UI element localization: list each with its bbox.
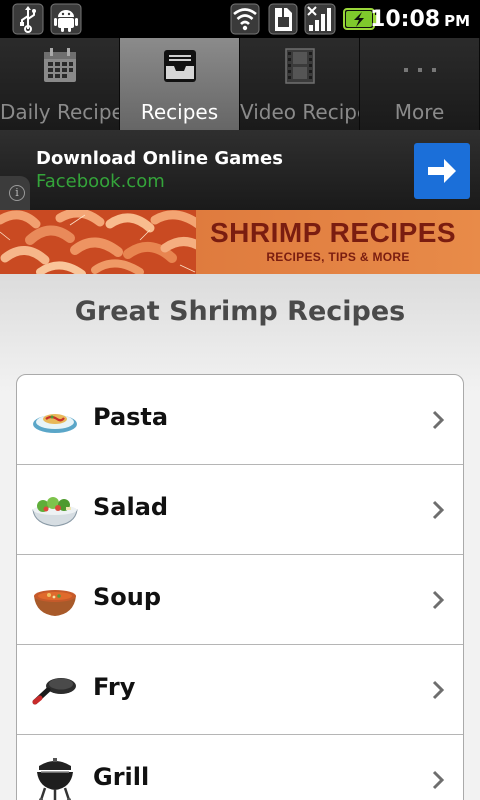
status-bar: 10:08 PM xyxy=(0,0,480,38)
chevron-right-icon xyxy=(432,680,445,700)
tab-label: Recipes xyxy=(140,100,219,124)
info-icon: i xyxy=(9,185,25,201)
ad-open-button[interactable] xyxy=(414,143,470,199)
pasta-plate-icon xyxy=(33,414,77,433)
tab-label: More xyxy=(394,100,445,124)
banner-subtitle: RECIPES, TIPS & MORE xyxy=(266,250,410,264)
chevron-right-icon xyxy=(432,410,445,430)
shrimp-banner-text: SHRIMP RECIPES RECIPES, TIPS & MORE xyxy=(196,210,480,274)
arrow-right-icon xyxy=(428,159,456,183)
ad-title: Download Online Games xyxy=(36,148,283,169)
list-item-salad[interactable]: Salad xyxy=(17,465,463,555)
tab-daily-recipes[interactable]: Daily Recipes xyxy=(0,38,120,130)
tab-bar: Daily Recipes Recipes Video Recipe More xyxy=(0,38,480,130)
banner-title: SHRIMP RECIPES xyxy=(210,217,457,248)
grill-icon xyxy=(37,758,73,800)
shrimp-header-banner: SHRIMP RECIPES RECIPES, TIPS & MORE xyxy=(0,210,480,274)
list-item-label: Fry xyxy=(93,673,136,701)
frying-pan-icon xyxy=(32,678,76,705)
ad-subtitle: Facebook.com xyxy=(36,171,165,192)
tab-recipes[interactable]: Recipes xyxy=(120,38,240,130)
ad-info-button[interactable]: i xyxy=(0,176,30,210)
main-content: Great Shrimp Recipes Pasta Salad Soup Fr… xyxy=(0,274,480,800)
list-item-grill[interactable]: Grill xyxy=(17,735,463,800)
list-item-fry[interactable]: Fry xyxy=(17,645,463,735)
ellipsis-icon xyxy=(403,68,436,72)
chevron-right-icon xyxy=(432,770,445,790)
signal-icon xyxy=(304,3,336,35)
list-item-label: Pasta xyxy=(93,403,169,431)
tab-video-recipe[interactable]: Video Recipe xyxy=(240,38,360,130)
chevron-right-icon xyxy=(432,590,445,610)
calendar-icon xyxy=(43,48,76,82)
sim-card-icon xyxy=(268,3,298,35)
tab-more[interactable]: More xyxy=(360,38,480,130)
list-item-label: Soup xyxy=(93,583,162,611)
usb-icon xyxy=(12,3,44,35)
tab-label: Video Recipe xyxy=(240,100,360,124)
recipe-list: Pasta Salad Soup Fry Grill xyxy=(16,374,464,800)
list-item-label: Grill xyxy=(93,763,150,791)
ad-banner[interactable]: Download Online Games Facebook.com i xyxy=(0,130,480,210)
chevron-right-icon xyxy=(432,500,445,520)
android-debug-icon xyxy=(50,3,82,35)
soup-bowl-icon xyxy=(34,590,76,616)
tab-label: Daily Recipes xyxy=(0,100,119,124)
list-item-pasta[interactable]: Pasta xyxy=(17,375,463,465)
status-time: 10:08 PM xyxy=(370,7,470,32)
shrimp-photo xyxy=(0,210,200,274)
salad-bowl-icon xyxy=(32,497,78,527)
list-item-soup[interactable]: Soup xyxy=(17,555,463,645)
film-strip-icon xyxy=(284,48,315,84)
page-title: Great Shrimp Recipes xyxy=(74,296,406,327)
list-item-label: Salad xyxy=(93,493,169,521)
inbox-tray-icon xyxy=(163,50,196,82)
wifi-icon xyxy=(230,3,260,35)
